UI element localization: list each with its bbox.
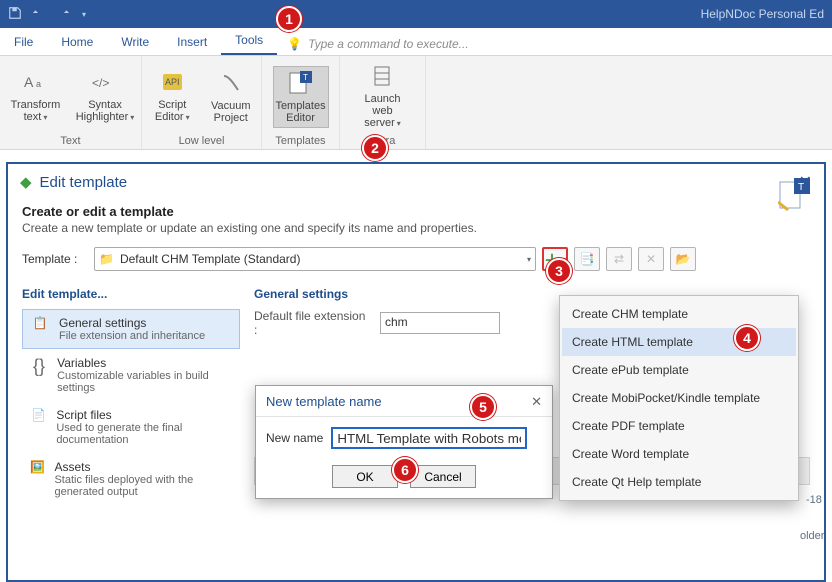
dialog-close-icon[interactable]: ✕ bbox=[531, 394, 542, 410]
syntax-highlighter-button[interactable]: </> Syntax Highlighter▾ bbox=[77, 69, 133, 124]
menu-create-pdf[interactable]: Create PDF template bbox=[562, 412, 796, 440]
rename-icon: ⇄ bbox=[614, 252, 624, 266]
new-name-input[interactable] bbox=[331, 427, 527, 449]
templates-editor-button[interactable]: T Templates Editor bbox=[273, 66, 329, 128]
panel-title: Edit template bbox=[40, 174, 128, 191]
ribbon: Aa Transform text▾ </> Syntax Highlighte… bbox=[0, 56, 832, 150]
folder-icon: 📁 bbox=[99, 252, 114, 266]
lightbulb-icon: 💡 bbox=[287, 37, 302, 51]
open-folder-button[interactable]: 📂 bbox=[670, 247, 696, 271]
rename-template-button[interactable]: ⇄ bbox=[606, 247, 632, 271]
duplicate-template-button[interactable]: 📑 bbox=[574, 247, 600, 271]
menu-bar: File Home Write Insert Tools 💡 Type a co… bbox=[0, 28, 832, 56]
menu-create-qthelp[interactable]: Create Qt Help template bbox=[562, 468, 796, 496]
tab-insert[interactable]: Insert bbox=[163, 29, 221, 55]
ext-label: Default file extension : bbox=[254, 309, 372, 337]
menu-create-word[interactable]: Create Word template bbox=[562, 440, 796, 468]
ok-button[interactable]: OK bbox=[332, 465, 398, 488]
panel-subheading: Create a new template or update an exist… bbox=[22, 221, 810, 235]
template-large-icon: T bbox=[778, 178, 812, 215]
menu-create-epub[interactable]: Create ePub template bbox=[562, 356, 796, 384]
launch-web-server-button[interactable]: Launch web server▾ bbox=[355, 63, 411, 130]
save-icon[interactable] bbox=[8, 6, 22, 23]
template-label: Template : bbox=[22, 252, 88, 266]
callout-3: 3 bbox=[546, 258, 572, 284]
dialog-title: New template name bbox=[266, 394, 382, 410]
redo-icon[interactable] bbox=[56, 6, 70, 23]
chevron-down-icon: ▾ bbox=[527, 255, 531, 264]
sidebar-item-general[interactable]: 📋 General settingsFile extension and inh… bbox=[22, 309, 240, 349]
template-combobox[interactable]: 📁 Default CHM Template (Standard) ▾ bbox=[94, 247, 536, 271]
template-panel-icon: ◆ bbox=[20, 173, 32, 191]
tell-me-box[interactable]: 💡 Type a command to execute... bbox=[281, 33, 474, 55]
braces-icon: {} bbox=[33, 356, 45, 394]
svg-text:T: T bbox=[798, 182, 804, 193]
tab-write[interactable]: Write bbox=[107, 29, 163, 55]
tab-home[interactable]: Home bbox=[47, 29, 107, 55]
title-bar: ▾ HelpNDoc Personal Ed bbox=[0, 0, 832, 28]
undo-icon[interactable] bbox=[32, 6, 46, 23]
copy-icon: 📑 bbox=[580, 252, 595, 266]
script-editor-button[interactable]: API Script Editor▾ bbox=[150, 69, 195, 124]
background-fragment-a: -18 bbox=[806, 494, 822, 506]
menu-create-html[interactable]: Create HTML template bbox=[562, 328, 796, 356]
create-template-menu: Create CHM template Create HTML template… bbox=[559, 295, 799, 501]
ext-input[interactable]: chm bbox=[380, 312, 500, 334]
tab-tools[interactable]: Tools bbox=[221, 27, 277, 55]
callout-1: 1 bbox=[276, 6, 302, 32]
script-icon: 📄 bbox=[31, 408, 46, 446]
panel-heading: Create or edit a template bbox=[22, 204, 810, 219]
delete-template-button[interactable]: ✕ bbox=[638, 247, 664, 271]
sidebar-title: Edit template... bbox=[22, 287, 240, 301]
callout-5: 5 bbox=[470, 394, 496, 420]
svg-text:</>: </> bbox=[92, 76, 109, 90]
delete-icon: ✕ bbox=[646, 252, 656, 266]
tab-file[interactable]: File bbox=[0, 29, 47, 55]
menu-create-mobi[interactable]: Create MobiPocket/Kindle template bbox=[562, 384, 796, 412]
callout-4: 4 bbox=[734, 325, 760, 351]
callout-6: 6 bbox=[392, 457, 418, 483]
assets-icon: 🖼️ bbox=[30, 460, 45, 498]
svg-text:A: A bbox=[24, 74, 34, 90]
app-title: HelpNDoc Personal Ed bbox=[701, 7, 824, 21]
background-fragment-b: older bbox=[800, 530, 824, 542]
callout-2: 2 bbox=[362, 135, 388, 161]
vacuum-project-button[interactable]: Vacuum Project bbox=[209, 70, 254, 124]
sidebar-item-assets[interactable]: 🖼️ AssetsStatic files deployed with the … bbox=[22, 453, 240, 505]
menu-create-chm[interactable]: Create CHM template bbox=[562, 300, 796, 328]
svg-text:T: T bbox=[303, 73, 308, 82]
new-name-label: New name bbox=[266, 431, 323, 445]
svg-text:a: a bbox=[36, 79, 41, 89]
sidebar-item-variables[interactable]: {} VariablesCustomizable variables in bu… bbox=[22, 349, 240, 401]
folder-open-icon: 📂 bbox=[676, 252, 691, 266]
transform-text-button[interactable]: Aa Transform text▾ bbox=[8, 69, 63, 124]
cancel-button[interactable]: Cancel bbox=[410, 465, 476, 488]
settings-icon: 📋 bbox=[33, 316, 48, 342]
sidebar-item-scripts[interactable]: 📄 Script filesUsed to generate the final… bbox=[22, 401, 240, 453]
